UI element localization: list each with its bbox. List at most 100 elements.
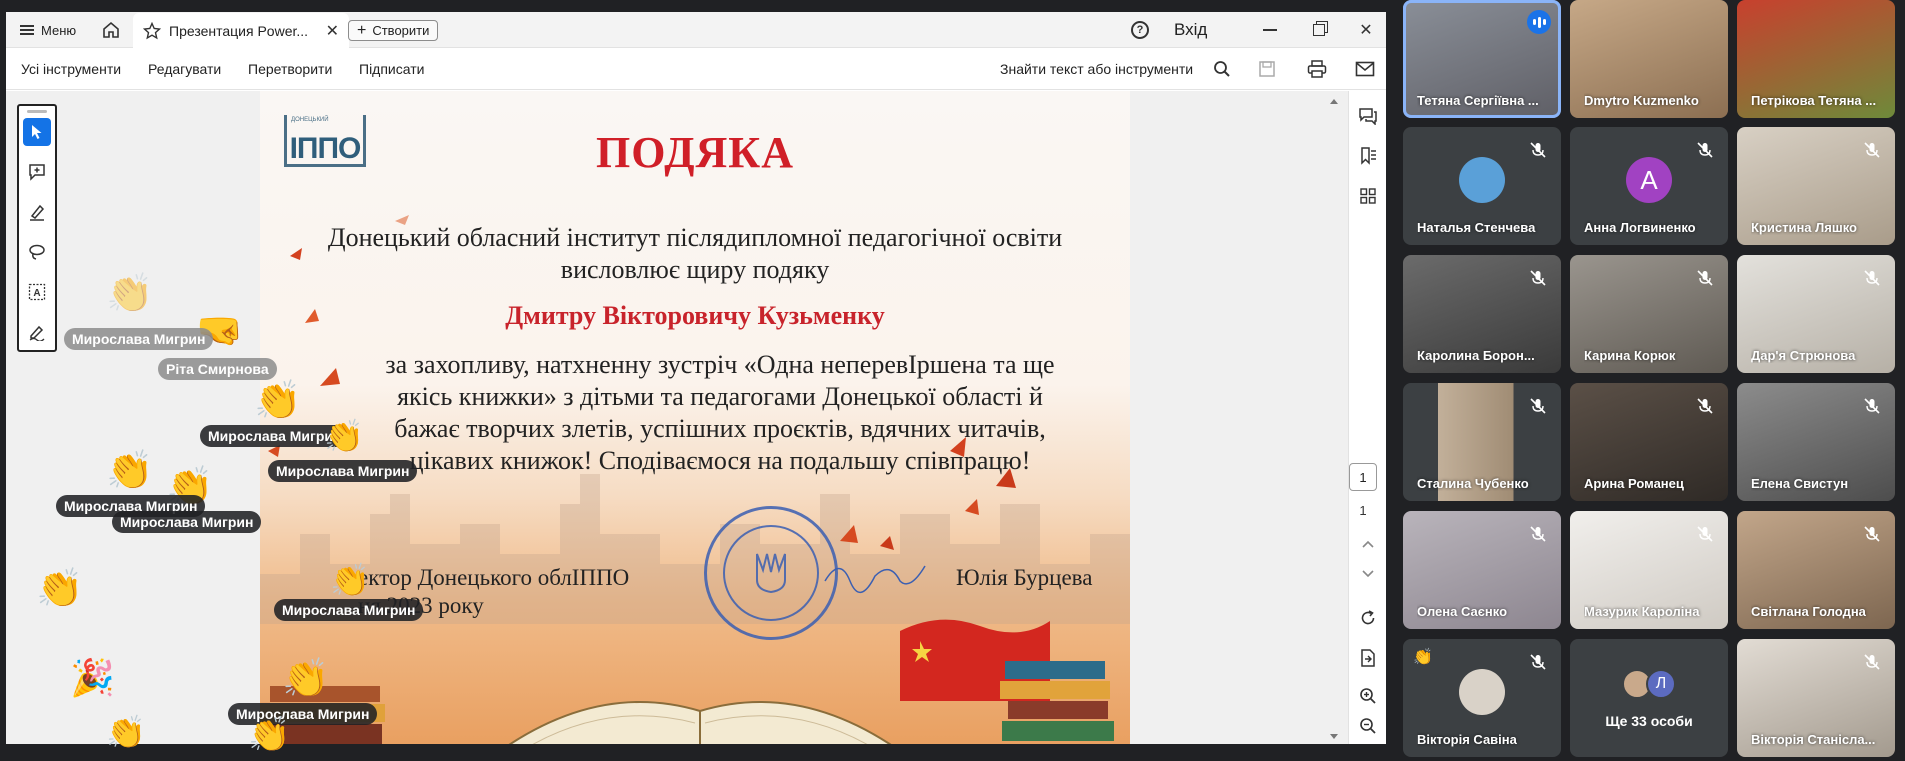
text-tool[interactable]: A — [23, 278, 51, 306]
thumbnails-panel-button[interactable] — [1357, 185, 1379, 207]
more-participants-count: Ще 33 особи — [1605, 713, 1693, 729]
help-icon[interactable]: ? — [1131, 21, 1149, 39]
official-stamp — [704, 506, 838, 640]
select-tool[interactable] — [23, 118, 51, 146]
screen: Меню Презентация Power... ✕ + Створити ?… — [0, 0, 1905, 761]
participant-tile[interactable]: Кристина Ляшко — [1737, 127, 1895, 245]
participant-tile[interactable]: Дар'я Стрюнова — [1737, 255, 1895, 373]
clap-reaction-icon: 👏 — [324, 418, 364, 454]
more-participants-tile[interactable]: Л Ще 33 особи — [1570, 639, 1728, 757]
mic-off-icon — [1530, 270, 1546, 286]
previous-page-button[interactable] — [1357, 533, 1379, 555]
participant-name: Петрікова Тетяна ... — [1751, 93, 1877, 108]
document-tab[interactable]: Презентация Power... ✕ — [133, 13, 349, 48]
scroll-down-arrow[interactable] — [1330, 734, 1338, 739]
zoom-in-button[interactable] — [1357, 685, 1379, 707]
participant-name: Вікторія Станісла... — [1751, 732, 1876, 747]
zoom-out-button[interactable] — [1357, 715, 1379, 737]
participant-tile[interactable]: Карина Корюк — [1570, 255, 1728, 373]
bookmark-icon — [1361, 147, 1376, 165]
handwritten-signature — [824, 565, 926, 593]
participant-name: Dmytro Kuzmenko — [1584, 93, 1699, 108]
pdf-page[interactable]: ДОНЕЦЬКИЙ ІППО ПОДЯКА Донецький обласний… — [260, 91, 1130, 744]
sign-menu[interactable]: Підписати — [359, 61, 424, 77]
all-tools-menu[interactable]: Усі інструменти — [21, 61, 121, 77]
file-export-icon — [1361, 649, 1375, 667]
chevron-up-icon — [1362, 540, 1374, 548]
comments-panel-button[interactable] — [1357, 105, 1379, 127]
edit-menu[interactable]: Редагувати — [148, 61, 221, 77]
certificate-gratitude-line: висловлює щиру подяку — [560, 255, 830, 284]
clap-reaction-icon: 👏 — [106, 450, 154, 492]
search-button[interactable] — [1209, 57, 1235, 81]
stamp-inner-ring — [723, 525, 819, 621]
mic-off-icon — [1530, 398, 1546, 414]
participant-name: Арина Романец — [1584, 476, 1684, 491]
scroll-up-arrow[interactable] — [1330, 99, 1338, 104]
participant-tile[interactable]: Олена Саєнко — [1403, 511, 1561, 629]
vertical-scrollbar[interactable] — [1328, 99, 1340, 739]
home-icon — [103, 21, 119, 38]
email-button[interactable] — [1352, 57, 1378, 81]
participant-tile[interactable]: Наталья Стенчева — [1403, 127, 1561, 245]
page-number-input[interactable]: 1 — [1349, 463, 1377, 491]
rotate-button[interactable] — [1357, 607, 1379, 629]
extract-pages-button[interactable] — [1357, 647, 1379, 669]
speaking-indicator-icon — [1527, 10, 1551, 34]
document-area: A ДОНЕЦЬКИЙ ІППО ПОДЯКА Донецький обласн… — [6, 91, 1386, 744]
menu-button[interactable]: Меню — [12, 19, 84, 41]
books-stack-image — [1000, 661, 1114, 741]
save-button[interactable] — [1254, 57, 1280, 81]
mail-icon — [1355, 61, 1375, 77]
participant-tile[interactable]: Мазурик Кароліна — [1570, 511, 1728, 629]
create-button[interactable]: + Створити — [348, 20, 439, 41]
certificate-body-line-1: за захопливу, натхненну зустріч «Одна не… — [385, 350, 1055, 379]
panel-grip[interactable] — [27, 110, 47, 113]
mic-off-icon — [1864, 526, 1880, 542]
home-button[interactable] — [98, 18, 124, 42]
chevron-down-icon — [1362, 570, 1374, 578]
mic-off-icon — [1530, 654, 1546, 670]
signin-button[interactable]: Вхід — [1174, 20, 1207, 40]
bookmarks-panel-button[interactable] — [1357, 145, 1379, 167]
avatar — [1459, 157, 1505, 203]
participant-name: Каролина Борон... — [1417, 348, 1535, 363]
avatar: A — [1626, 157, 1672, 203]
logo-small-text: ДОНЕЦЬКИЙ — [291, 117, 329, 123]
participant-tile[interactable]: Світлана Голодна — [1737, 511, 1895, 629]
clap-reaction-icon: 👏 — [330, 562, 370, 598]
participant-tile[interactable]: Каролина Борон... — [1403, 255, 1561, 373]
participant-tile[interactable]: Тетяна Сергіївна ... — [1403, 0, 1561, 118]
participant-tile[interactable]: Арина Романец — [1570, 383, 1728, 501]
title-bar: Меню Презентация Power... ✕ + Створити ?… — [6, 12, 1386, 48]
comment-tool[interactable] — [23, 158, 51, 186]
tab-close-icon[interactable]: ✕ — [326, 21, 339, 41]
participant-tile[interactable]: Сталина Чубенко — [1403, 383, 1561, 501]
minimize-icon[interactable] — [1250, 16, 1290, 44]
mic-off-icon — [1864, 142, 1880, 158]
convert-menu[interactable]: Перетворити — [248, 61, 332, 77]
participant-tile[interactable]: A Анна Логвиненко — [1570, 127, 1728, 245]
quick-tools-panel: A — [17, 104, 57, 352]
clap-reaction-icon: 👏 — [106, 273, 154, 315]
star-icon[interactable] — [143, 21, 161, 40]
find-tools-label[interactable]: Знайти текст або інструменти — [1000, 61, 1193, 77]
print-button[interactable] — [1304, 57, 1330, 81]
participant-tile[interactable]: Елена Свистун — [1737, 383, 1895, 501]
participant-tile[interactable]: 👏 Вікторія Савіна — [1403, 639, 1561, 757]
clap-reaction-icon: 👏 — [282, 658, 330, 700]
mic-off-icon — [1530, 142, 1546, 158]
draw-tool[interactable] — [23, 238, 51, 266]
sign-tool[interactable] — [23, 318, 51, 346]
highlight-tool[interactable] — [23, 198, 51, 226]
participant-tile[interactable]: Вікторія Станісла... — [1737, 639, 1895, 757]
save-icon — [1259, 61, 1275, 77]
restore-icon[interactable] — [1299, 16, 1339, 44]
next-page-button[interactable] — [1357, 563, 1379, 585]
cursor-icon — [32, 125, 42, 139]
reaction-name-pill: Мирослава Мигрин — [64, 328, 214, 350]
participant-tile[interactable]: Dmytro Kuzmenko — [1570, 0, 1728, 118]
close-window-icon[interactable]: ✕ — [1346, 16, 1386, 44]
pen-sign-icon — [29, 325, 45, 341]
participant-tile[interactable]: Петрікова Тетяна ... — [1737, 0, 1895, 118]
